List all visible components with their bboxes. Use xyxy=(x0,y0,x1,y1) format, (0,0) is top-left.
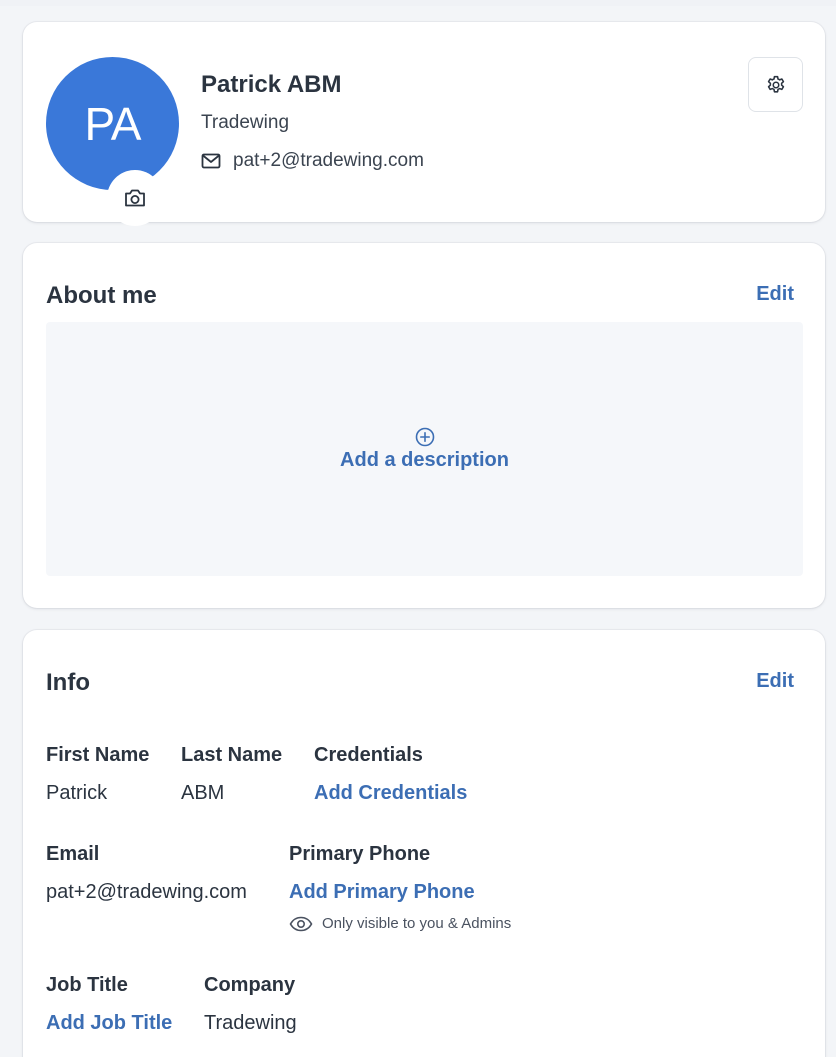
primary-phone-field: Primary Phone Add Primary Phone xyxy=(289,843,475,904)
add-description-button[interactable]: Add a description xyxy=(46,322,803,576)
last-name-value: ABM xyxy=(181,782,225,804)
visibility-note: Only visible to you & Admins xyxy=(289,915,511,932)
eye-icon xyxy=(289,916,313,931)
about-card: About me Edit Add a description xyxy=(23,243,825,608)
profile-company: Tradewing xyxy=(201,112,290,133)
add-credentials-link[interactable]: Add Credentials xyxy=(314,782,467,805)
company-value: Tradewing xyxy=(204,1012,297,1034)
settings-button[interactable] xyxy=(748,57,803,112)
first-name-value: Patrick xyxy=(46,782,108,804)
add-primary-phone-link[interactable]: Add Primary Phone xyxy=(289,881,475,904)
last-name-field: Last Name ABM xyxy=(181,744,282,805)
first-name-label: First Name xyxy=(46,744,150,766)
profile-email: pat+2@tradewing.com xyxy=(201,150,424,172)
profile-email-text: pat+2@tradewing.com xyxy=(233,150,424,171)
company-label: Company xyxy=(204,974,296,996)
avatar[interactable]: PA xyxy=(46,57,179,226)
job-title-field: Job Title Add Job Title xyxy=(46,974,172,1035)
info-card: Info Edit First Name Patrick Last Name A… xyxy=(23,630,825,1057)
add-job-title-link[interactable]: Add Job Title xyxy=(46,1012,172,1035)
add-description-label: Add a description xyxy=(340,448,509,471)
company-field: Company Tradewing xyxy=(204,974,297,1035)
gear-icon xyxy=(767,75,784,93)
first-name-field: First Name Patrick xyxy=(46,744,149,805)
primary-phone-label: Primary Phone xyxy=(289,843,431,865)
info-title: Info xyxy=(46,669,90,696)
email-label: Email xyxy=(46,843,100,865)
profile-card: PA Patrick ABM Tradewing pat+2@tradewing… xyxy=(23,22,825,226)
email-field: Email pat+2@tradewing.com xyxy=(46,843,247,904)
upload-photo-button[interactable] xyxy=(107,170,163,226)
credentials-label: Credentials xyxy=(314,744,423,766)
about-title: About me xyxy=(46,282,157,309)
mail-icon xyxy=(201,153,221,169)
avatar-initials: PA xyxy=(84,98,142,150)
visibility-note-text: Only visible to you & Admins xyxy=(322,915,512,932)
plus-circle-icon xyxy=(415,427,434,446)
email-value: pat+2@tradewing.com xyxy=(46,881,247,903)
info-edit-button[interactable]: Edit xyxy=(756,670,794,693)
credentials-field: Credentials Add Credentials xyxy=(314,744,467,805)
job-title-label: Job Title xyxy=(46,974,128,996)
profile-name: Patrick ABM xyxy=(201,71,342,98)
top-divider xyxy=(0,0,836,6)
last-name-label: Last Name xyxy=(181,744,283,766)
camera-icon xyxy=(125,189,145,207)
about-edit-button[interactable]: Edit xyxy=(756,283,794,306)
